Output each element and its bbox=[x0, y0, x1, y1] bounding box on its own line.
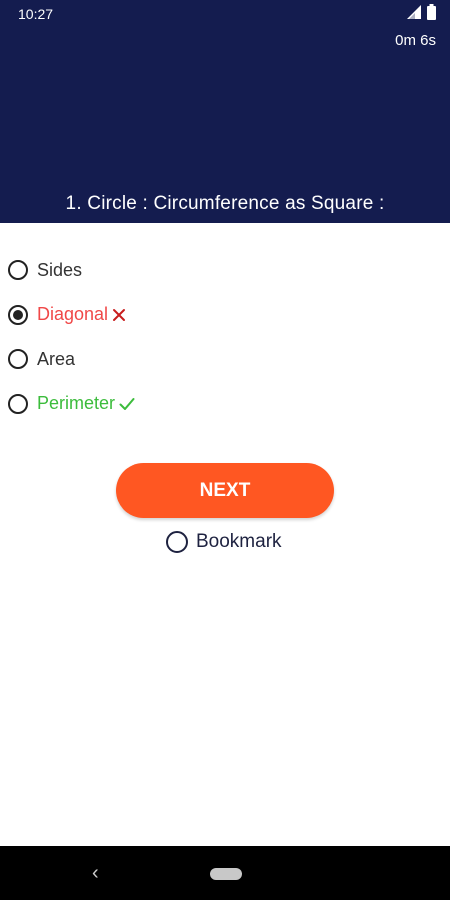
status-bar: 10:27 bbox=[0, 0, 450, 28]
check-icon bbox=[119, 397, 135, 411]
radio-button-selected[interactable] bbox=[8, 304, 28, 325]
cross-icon bbox=[112, 308, 126, 322]
option-label: Diagonal bbox=[37, 304, 109, 325]
header: 10:27 0m 6s 1. Circle : Circumference as… bbox=[0, 0, 450, 223]
battery-icon bbox=[427, 3, 436, 25]
radio-button[interactable] bbox=[8, 393, 28, 414]
back-icon[interactable]: ‹ bbox=[92, 862, 99, 885]
bookmark-radio[interactable] bbox=[166, 531, 188, 553]
option-sides[interactable]: Sides bbox=[0, 248, 450, 293]
quiz-timer: 0m 6s bbox=[395, 32, 436, 49]
next-button[interactable]: NEXT bbox=[116, 463, 334, 518]
bookmark-toggle[interactable]: Bookmark bbox=[166, 531, 282, 553]
system-nav-bar: ‹ bbox=[0, 846, 450, 900]
answer-options: Sides Diagonal Area Perimeter bbox=[0, 248, 450, 426]
option-perimeter[interactable]: Perimeter bbox=[0, 382, 450, 427]
option-label: Area bbox=[37, 348, 76, 369]
option-diagonal[interactable]: Diagonal bbox=[0, 293, 450, 338]
home-pill[interactable] bbox=[210, 868, 242, 880]
option-label: Sides bbox=[37, 259, 83, 280]
status-time: 10:27 bbox=[18, 6, 54, 22]
signal-icon bbox=[407, 4, 421, 24]
bookmark-label: Bookmark bbox=[196, 531, 282, 552]
status-icons bbox=[407, 3, 436, 25]
radio-button[interactable] bbox=[8, 260, 28, 281]
radio-button[interactable] bbox=[8, 349, 28, 370]
question-text: 1. Circle : Circumference as Square : bbox=[65, 193, 385, 214]
option-area[interactable]: Area bbox=[0, 337, 450, 382]
option-label: Perimeter bbox=[37, 393, 116, 414]
